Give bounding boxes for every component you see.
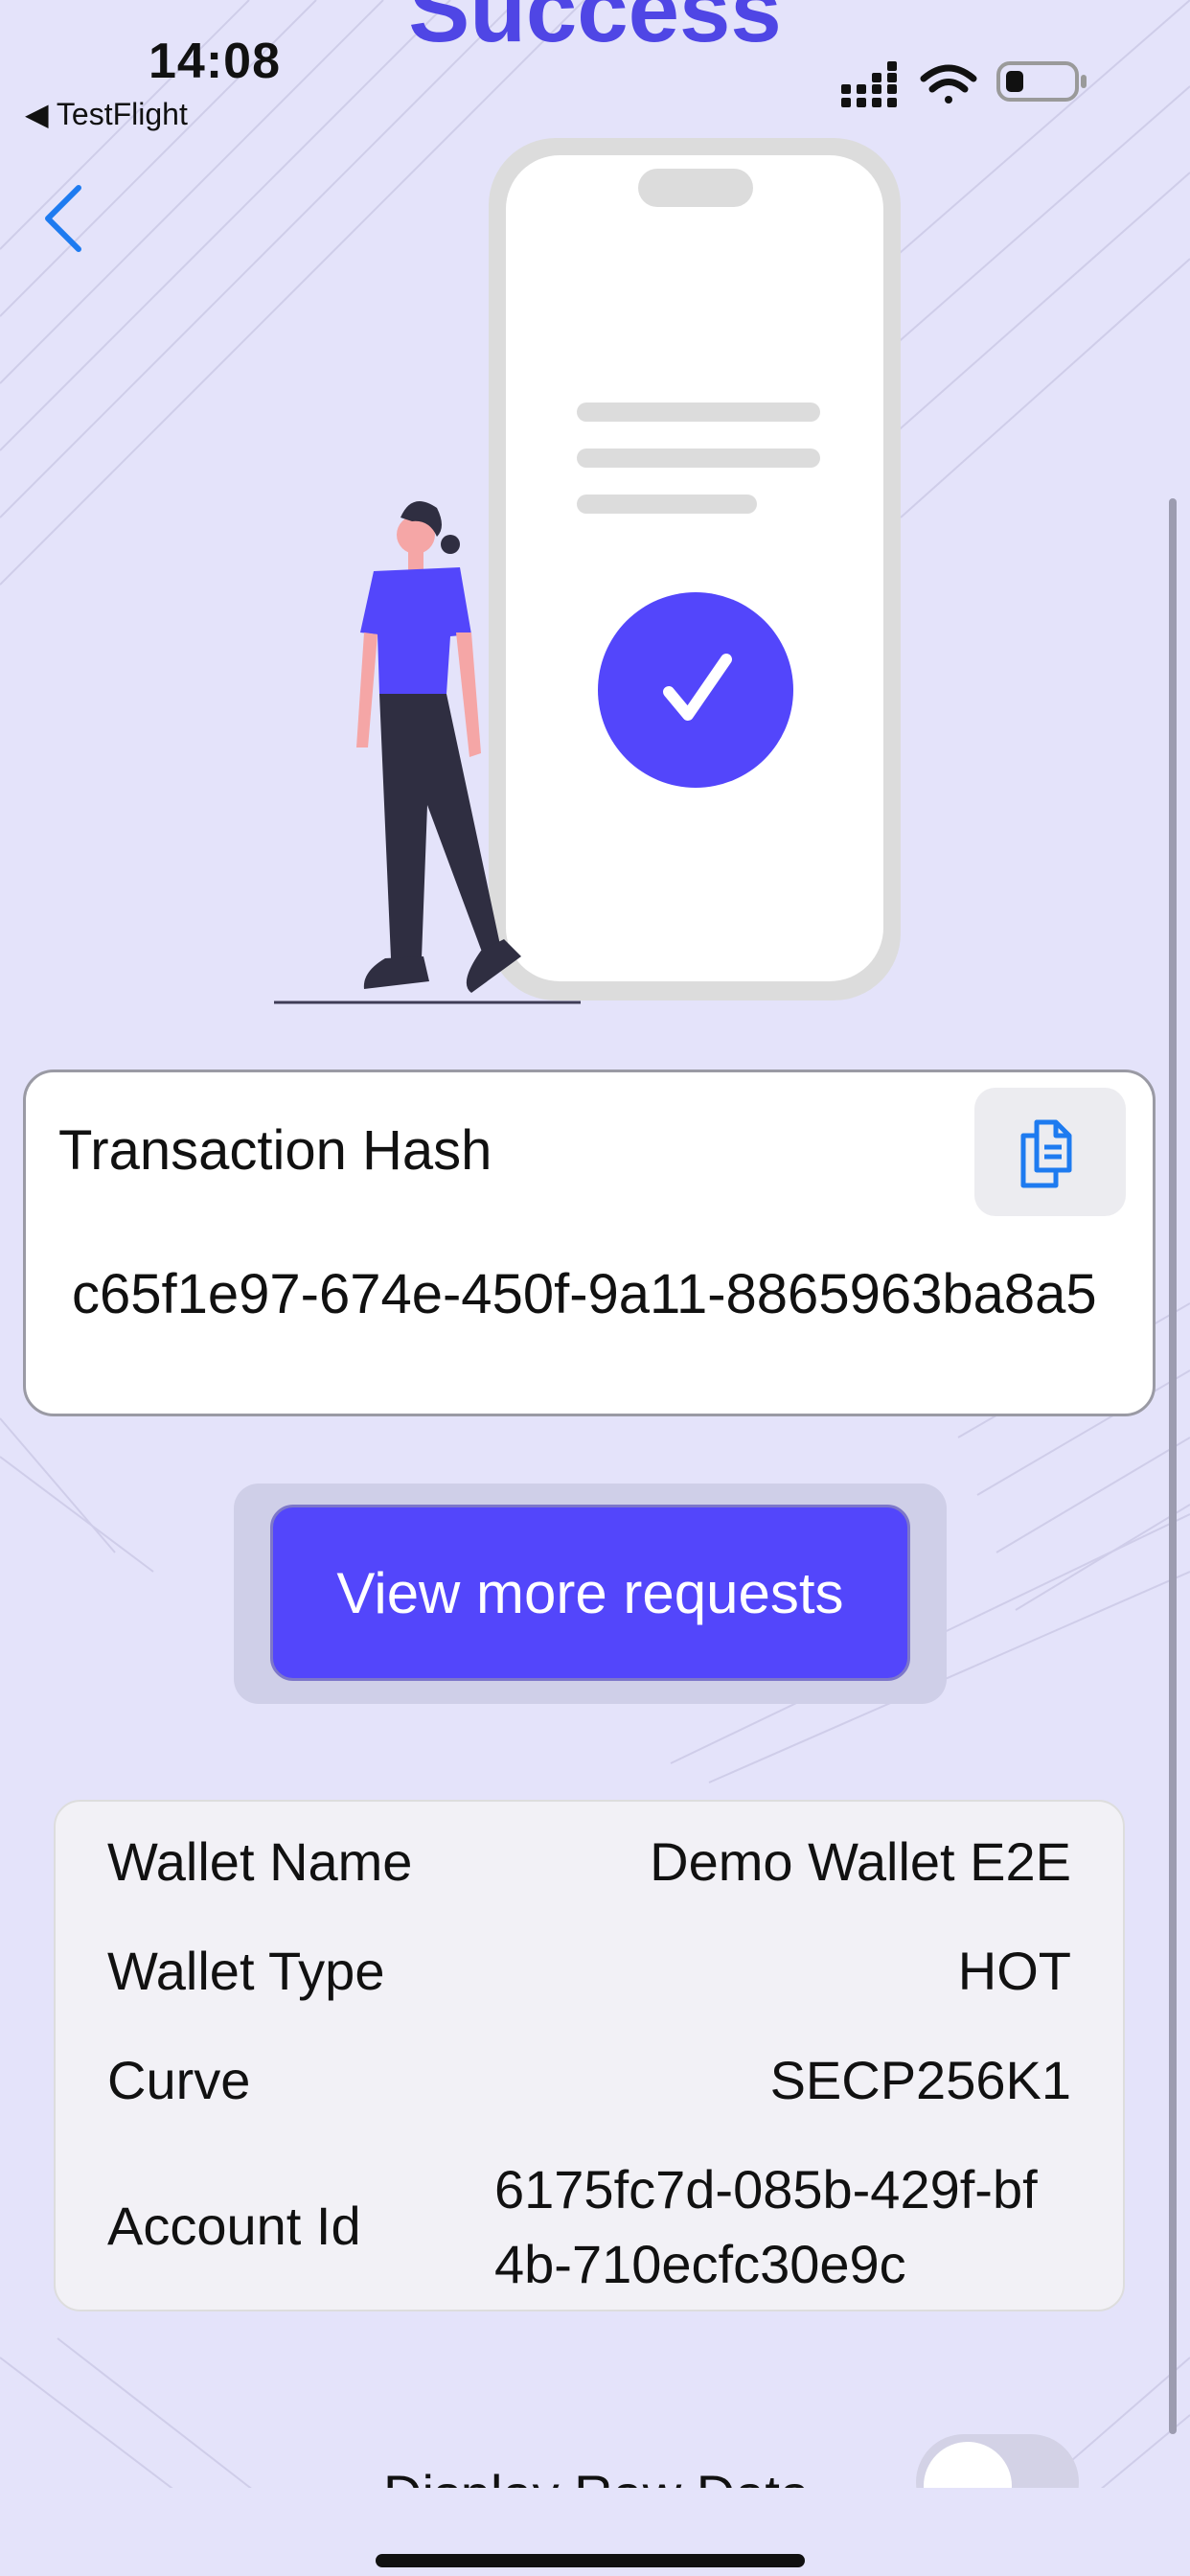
wifi-icon bbox=[920, 64, 977, 104]
home-indicator[interactable] bbox=[376, 2554, 805, 2567]
transaction-card: Transaction Hash c65f1e97-674e-450f-9a11… bbox=[23, 1070, 1156, 1416]
status-time: 14:08 bbox=[149, 34, 281, 89]
back-app-label: TestFlight bbox=[56, 97, 188, 131]
wallet-name-label: Wallet Name bbox=[107, 1831, 413, 1892]
wallet-type-label: Wallet Type bbox=[107, 1941, 385, 2001]
signal-icon bbox=[841, 61, 897, 107]
copy-icon bbox=[1020, 1119, 1072, 1188]
transaction-hash-label: Transaction Hash bbox=[58, 1119, 492, 1182]
back-triangle-icon: ◀ bbox=[25, 97, 57, 131]
battery-icon bbox=[996, 61, 1087, 102]
back-to-app-link[interactable]: ◀ TestFlight bbox=[25, 96, 188, 132]
copy-hash-button[interactable] bbox=[974, 1088, 1126, 1216]
status-icons bbox=[841, 61, 1087, 107]
wallet-type-value: HOT bbox=[957, 1941, 1071, 2001]
back-chevron-icon[interactable] bbox=[36, 180, 94, 257]
view-more-requests-button[interactable]: View more requests bbox=[270, 1505, 910, 1681]
wallet-name-value: Demo Wallet E2E bbox=[650, 1831, 1071, 1892]
curve-label: Curve bbox=[107, 2050, 251, 2110]
success-illustration bbox=[274, 138, 901, 1004]
transaction-hash-value: c65f1e97-674e-450f-9a11-8865963ba8a5 bbox=[72, 1263, 1097, 1325]
display-raw-data-label: Display Raw Data bbox=[383, 2453, 810, 2490]
account-id-value: 6175fc7d-085b-429f-bf4b-710ecfc30e9c bbox=[494, 2159, 1038, 2294]
wallet-info-card: Wallet Name Demo Wallet E2E Wallet Type … bbox=[54, 1800, 1125, 2312]
account-id-label: Account Id bbox=[107, 2196, 361, 2256]
curve-value: SECP256K1 bbox=[769, 2050, 1071, 2110]
checkmark-circle-icon bbox=[598, 592, 793, 788]
scrollbar[interactable] bbox=[1169, 498, 1177, 2434]
